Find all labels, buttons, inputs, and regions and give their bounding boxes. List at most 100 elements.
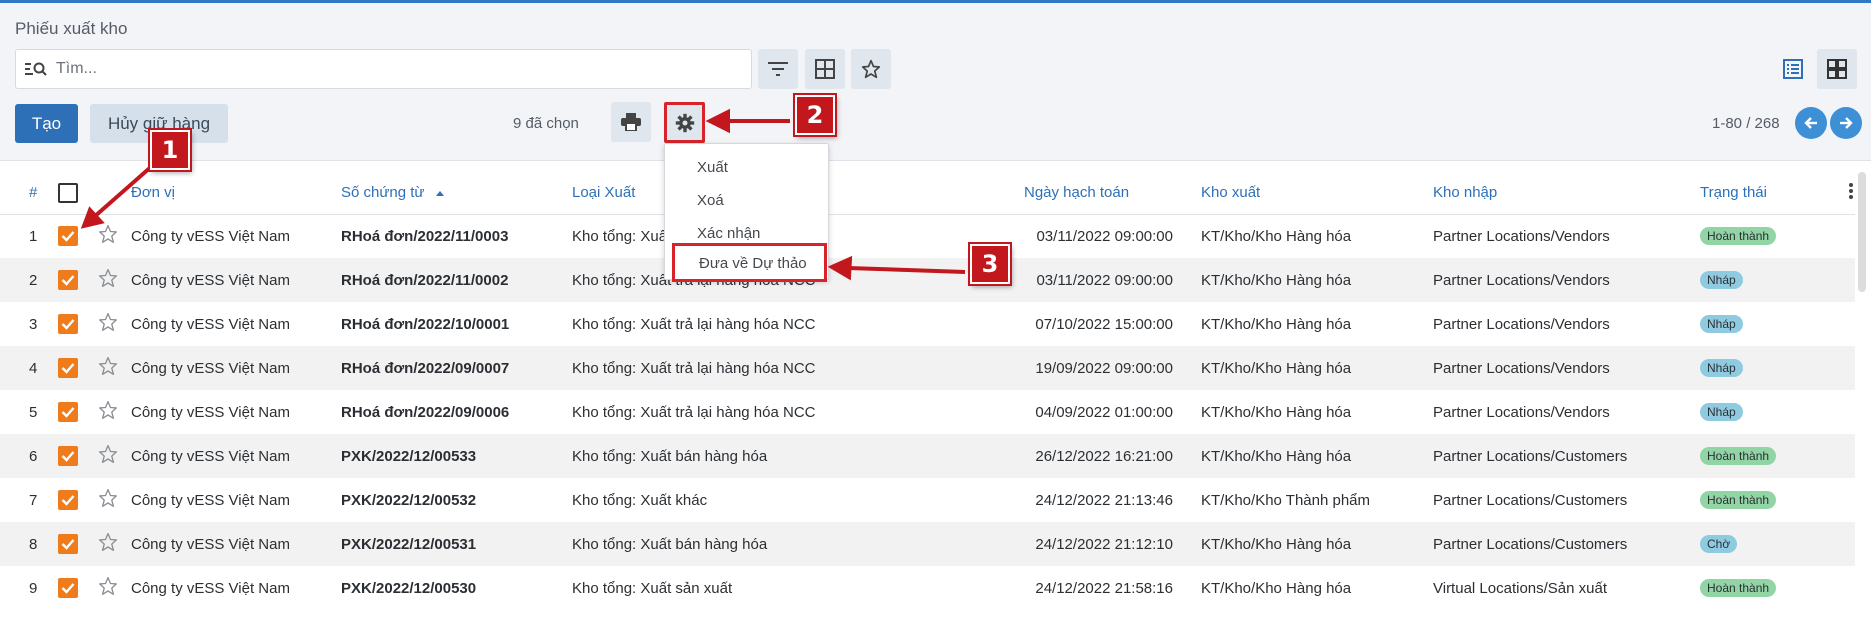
search-input[interactable] [56, 51, 751, 87]
create-button[interactable]: Tạo [15, 104, 78, 143]
row-doc-number: RHoá đơn/2022/10/0001 [341, 315, 510, 333]
column-header-unit[interactable]: Đơn vị [131, 172, 341, 215]
group-by-button[interactable] [805, 49, 845, 89]
star-outline-icon[interactable] [98, 224, 118, 244]
gear-icon [675, 113, 694, 132]
column-header-destination-warehouse[interactable]: Kho nhập [1433, 172, 1700, 215]
row-unit: Công ty vESS Việt Nam [131, 491, 290, 509]
row-source-warehouse: KT/Kho/Kho Hàng hóa [1201, 227, 1352, 245]
star-outline-icon[interactable] [98, 268, 118, 288]
star-outline-icon[interactable] [98, 576, 118, 596]
row-unit: Công ty vESS Việt Nam [131, 522, 341, 566]
more-vertical-icon [1849, 182, 1853, 199]
row-doc-number: PXK/2022/12/00532 [341, 491, 477, 509]
row-export-type: Kho tổng: Xuất trả lại hàng hóa NCC [572, 315, 816, 333]
row-accounting-date: 19/09/2022 09:00:00 [1024, 346, 1201, 390]
star-outline-icon[interactable] [98, 356, 118, 376]
table-header-row: # Đơn vị Số chứng từ Loại Xuất Ngày hạch… [0, 172, 1855, 215]
row-export-type: Kho tổng: Xuất sản xuất [572, 579, 733, 597]
row-source-warehouse: KT/Kho/Kho Hàng hóa [1201, 579, 1352, 597]
row-accounting-date: 04/09/2022 01:00:00 [1035, 403, 1173, 421]
select-all-checkbox[interactable] [58, 182, 78, 203]
control-panel: Phiếu xuất kho Tìm... Tạo Hủy giữ hàng 9… [0, 3, 1871, 161]
row-number: 4 [0, 346, 58, 390]
row-unit: Công ty vESS Việt Nam [131, 403, 290, 421]
filter-button[interactable] [758, 49, 798, 89]
menu-item-delete[interactable]: Xoá [697, 192, 724, 209]
checkmark-icon [61, 363, 75, 374]
pager-previous-button[interactable] [1795, 107, 1827, 139]
row-source-warehouse: KT/Kho/Kho Hàng hóa [1201, 258, 1433, 302]
star-outline-icon[interactable] [98, 532, 118, 552]
kanban-view-button[interactable] [1817, 49, 1857, 89]
column-header-status[interactable]: Trạng thái [1700, 172, 1848, 215]
row-doc-number: RHoá đơn/2022/09/0007 [341, 346, 572, 390]
row-checkbox[interactable] [58, 490, 78, 510]
table-row[interactable]: 2 Công ty vESS Việt Nam RHoá đơn/2022/11… [0, 258, 1855, 302]
table-row[interactable]: 7 Công ty vESS Việt Nam PXK/2022/12/0053… [0, 478, 1855, 522]
row-unit: Công ty vESS Việt Nam [131, 346, 341, 390]
status-badge: Hoàn thành [1700, 227, 1777, 246]
row-checkbox[interactable] [58, 446, 78, 466]
menu-item-export[interactable]: Xuất [697, 159, 728, 176]
row-checkbox[interactable] [58, 402, 78, 422]
row-source-warehouse: KT/Kho/Kho Hàng hóa [1201, 346, 1433, 390]
checkmark-icon [61, 583, 75, 594]
selected-count: 9 đã chọn [513, 115, 579, 132]
column-header-doc-number[interactable]: Số chứng từ [341, 172, 572, 215]
row-destination-warehouse: Partner Locations/Vendors [1433, 258, 1700, 302]
print-button[interactable] [611, 102, 651, 142]
checkmark-icon [61, 275, 75, 286]
records-table: # Đơn vị Số chứng từ Loại Xuất Ngày hạch… [0, 172, 1855, 610]
pager-next-button[interactable] [1830, 107, 1862, 139]
table-row[interactable]: 5 Công ty vESS Việt Nam RHoá đơn/2022/09… [0, 390, 1855, 434]
star-outline-icon[interactable] [98, 488, 118, 508]
star-outline-icon[interactable] [98, 444, 118, 464]
vertical-scrollbar[interactable] [1858, 172, 1866, 292]
row-destination-warehouse: Partner Locations/Customers [1433, 434, 1700, 478]
table-row[interactable]: 3 Công ty vESS Việt Nam RHoá đơn/2022/10… [0, 302, 1855, 346]
row-export-type: Kho tổng: Xuất bán hàng hóa [572, 434, 1024, 478]
star-outline-icon[interactable] [98, 312, 118, 332]
table-row[interactable]: 4 Công ty vESS Việt Nam RHoá đơn/2022/09… [0, 346, 1855, 390]
row-unit: Công ty vESS Việt Nam [131, 227, 290, 245]
grid-icon [815, 59, 835, 79]
column-options-button[interactable] [1848, 172, 1855, 215]
menu-item-confirm[interactable]: Xác nhận [697, 225, 760, 242]
column-header-accounting-date[interactable]: Ngày hạch toán [1024, 172, 1201, 215]
row-destination-warehouse: Partner Locations/Vendors [1433, 227, 1610, 245]
row-accounting-date: 24/12/2022 21:58:16 [1035, 579, 1173, 597]
row-unit: Công ty vESS Việt Nam [131, 258, 341, 302]
status-badge: Nháp [1700, 271, 1743, 289]
row-checkbox[interactable] [58, 314, 78, 334]
row-accounting-date: 03/11/2022 09:00:00 [1036, 227, 1173, 245]
row-checkbox[interactable] [58, 358, 78, 378]
favorites-button[interactable] [851, 49, 891, 89]
table-row[interactable]: 8 Công ty vESS Việt Nam PXK/2022/12/0053… [0, 522, 1855, 566]
column-header-source-warehouse[interactable]: Kho xuất [1201, 172, 1433, 215]
search-bar[interactable] [15, 49, 752, 89]
table-row[interactable]: 6 Công ty vESS Việt Nam PXK/2022/12/0053… [0, 434, 1855, 478]
row-doc-number: PXK/2022/12/00530 [341, 579, 477, 597]
callout-step-3: 3 [970, 244, 1010, 284]
row-accounting-date: 24/12/2022 21:12:10 [1024, 522, 1201, 566]
arrow-right-icon [1840, 117, 1853, 129]
action-button[interactable] [664, 102, 705, 143]
row-unit: Công ty vESS Việt Nam [131, 434, 341, 478]
row-destination-warehouse: Virtual Locations/Sản xuất [1433, 579, 1608, 597]
table-row[interactable]: 1 Công ty vESS Việt Nam RHoá đơn/2022/11… [0, 214, 1855, 258]
row-checkbox[interactable] [58, 226, 78, 247]
status-badge: Nháp [1700, 403, 1743, 421]
list-view-button[interactable] [1773, 49, 1813, 89]
row-accounting-date: 07/10/2022 15:00:00 [1035, 315, 1173, 333]
status-badge: Hoàn thành [1700, 447, 1777, 465]
search-icon [16, 50, 56, 88]
row-number: 6 [0, 434, 58, 478]
row-checkbox[interactable] [58, 578, 78, 598]
table-row[interactable]: 9 Công ty vESS Việt Nam PXK/2022/12/0053… [0, 566, 1855, 610]
row-checkbox[interactable] [58, 270, 78, 290]
star-outline-icon[interactable] [98, 400, 118, 420]
row-source-warehouse: KT/Kho/Kho Hàng hóa [1201, 522, 1433, 566]
checkmark-icon [61, 539, 75, 550]
row-checkbox[interactable] [58, 534, 78, 554]
